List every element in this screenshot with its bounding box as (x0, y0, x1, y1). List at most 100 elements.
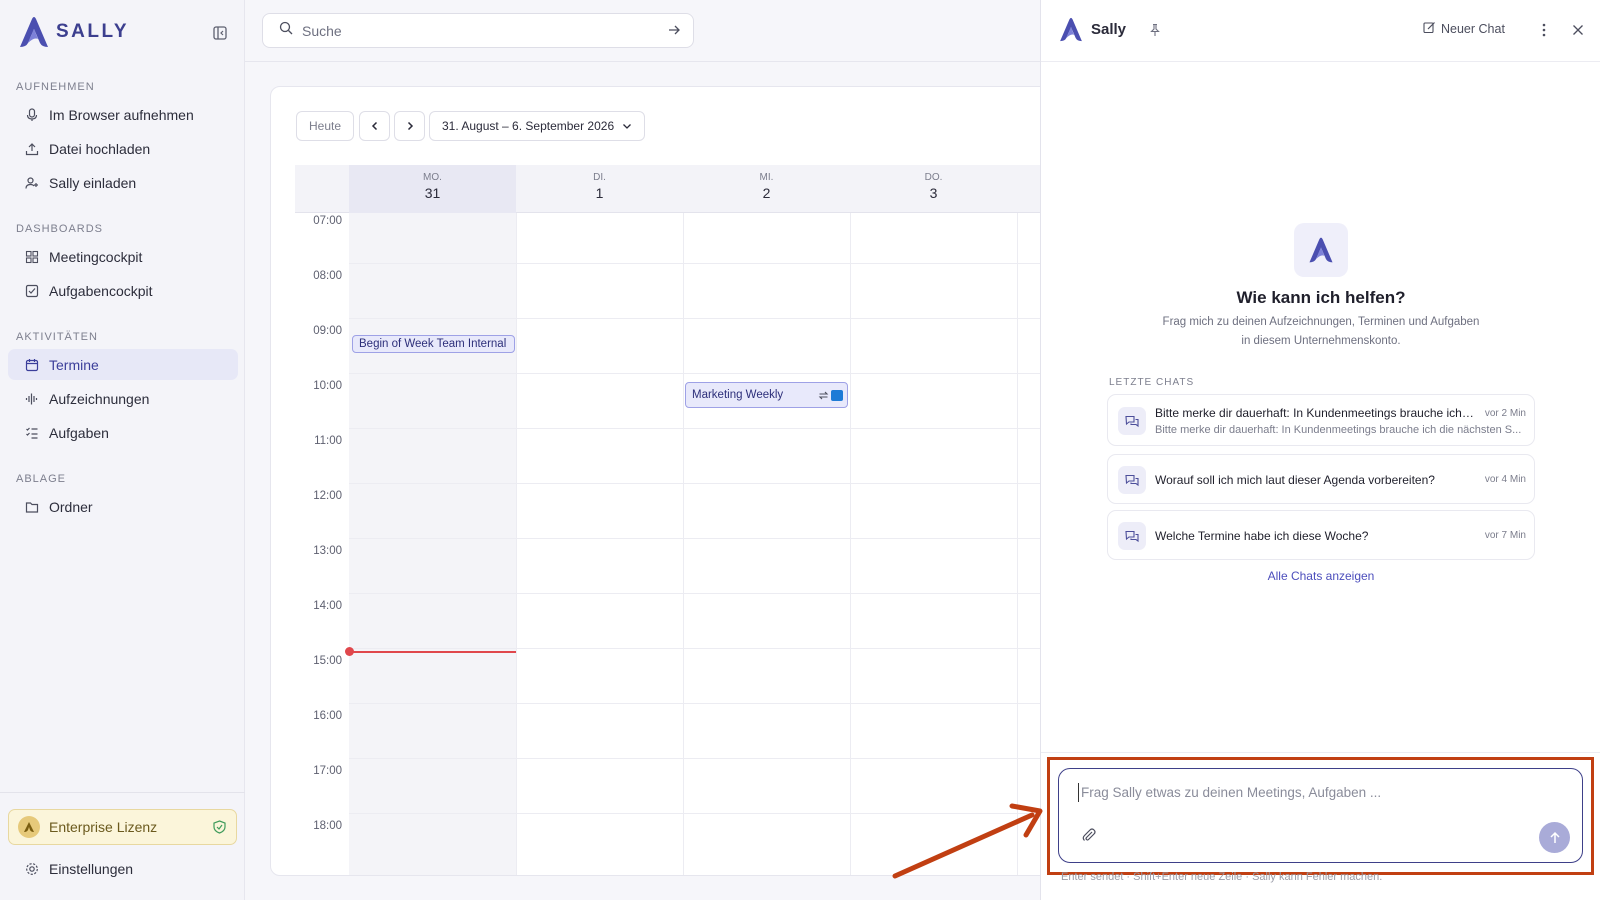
day-date: 3 (929, 185, 938, 201)
recent-chat-title: Bitte merke dir dauerhaft: In Kundenmeet… (1155, 406, 1475, 420)
nav-label: Aufgabencockpit (49, 282, 153, 299)
close-icon[interactable] (1568, 20, 1588, 40)
search-icon (279, 21, 293, 40)
day-name: DO. (924, 172, 943, 183)
nav-item-termine[interactable]: Termine (8, 349, 238, 380)
calendar-event[interactable]: Marketing Weekly (685, 382, 848, 408)
microphone-icon (24, 107, 40, 123)
nav-label: Im Browser aufnehmen (49, 106, 194, 123)
upload-icon (24, 141, 40, 157)
calendar-card: Heute 31. August – 6. September 2026 MO.… (270, 86, 1050, 876)
license-badge[interactable]: Enterprise Lizenz (8, 809, 237, 845)
chevron-left-icon (371, 121, 377, 131)
grid-line (683, 213, 684, 875)
divider (245, 61, 1040, 62)
grid-line (1017, 213, 1018, 875)
nav-item-meetingcockpit[interactable]: Meetingcockpit (8, 241, 238, 272)
all-chats-link[interactable]: Alle Chats anzeigen (1041, 569, 1600, 583)
recent-chat-title: Welche Termine habe ich diese Woche? (1155, 529, 1369, 543)
composer-hint: Enter sendet · Shift+Enter neue Zeile · … (1061, 871, 1383, 883)
grid-line (349, 428, 1049, 429)
nav-item-upload[interactable]: Datei hochladen (8, 133, 238, 164)
recent-chat-time: vor 4 Min (1484, 474, 1526, 485)
day-header-mon[interactable]: MO. 31 (349, 165, 516, 213)
pin-icon[interactable] (1145, 20, 1165, 40)
nav-label: Termine (49, 356, 99, 373)
new-chat-label: Neuer Chat (1441, 22, 1505, 36)
nav-item-invite-sally[interactable]: Sally einladen (8, 167, 238, 198)
date-range-select[interactable]: 31. August – 6. September 2026 (429, 111, 645, 141)
day-header-tue[interactable]: DI. 1 (516, 165, 683, 213)
day-header-wed[interactable]: MI. 2 (683, 165, 850, 213)
day-date: 1 (595, 185, 604, 201)
recent-chat-item[interactable]: Worauf soll ich mich laut dieser Agenda … (1107, 454, 1535, 504)
brand-name: SALLY (56, 21, 130, 42)
chat-input[interactable]: Frag Sally etwas zu deinen Meetings, Auf… (1081, 785, 1381, 800)
nav-label: Ordner (49, 498, 93, 515)
chat-panel: Sally Neuer Chat Wie kann ich helfen? Fr… (1040, 0, 1600, 900)
nav-item-settings[interactable]: Einstellungen (8, 853, 238, 884)
prev-week-button[interactable] (359, 111, 390, 141)
collapse-sidebar-icon[interactable] (209, 22, 231, 44)
next-week-button[interactable] (394, 111, 425, 141)
nav-item-aufgabencockpit[interactable]: Aufgabencockpit (8, 275, 238, 306)
section-label-aktivitaeten: AKTIVITÄTEN (16, 331, 98, 343)
time-label: 12:00 (313, 490, 342, 502)
chat-composer[interactable]: Frag Sally etwas zu deinen Meetings, Auf… (1058, 768, 1583, 863)
section-label-aufnehmen: AUFNEHMEN (16, 81, 95, 93)
more-vertical-icon[interactable] (1534, 20, 1554, 40)
nav-label: Einstellungen (49, 860, 134, 877)
nav-label: Meetingcockpit (49, 248, 143, 265)
nav-label: Aufgaben (49, 424, 109, 441)
grid-line (349, 373, 1049, 374)
calendar-icon (24, 357, 40, 373)
time-label: 13:00 (313, 545, 342, 557)
sidebar: SALLY AUFNEHMEN Im Browser aufnehmen Dat… (0, 0, 245, 900)
recent-chat-item[interactable]: Welche Termine habe ich diese Woche? vor… (1107, 510, 1535, 560)
day-date: 2 (762, 185, 771, 201)
recent-chat-snippet: Bitte merke dir dauerhaft: In Kundenmeet… (1155, 424, 1522, 436)
grid-line (850, 213, 851, 875)
recent-chat-time: vor 7 Min (1484, 530, 1526, 541)
recent-chat-item[interactable]: Bitte merke dir dauerhaft: In Kundenmeet… (1107, 394, 1535, 446)
nav-item-aufgaben[interactable]: Aufgaben (8, 417, 238, 448)
sally-logo-icon (20, 17, 48, 47)
grid-line (349, 648, 1049, 649)
nav-item-browser-record[interactable]: Im Browser aufnehmen (8, 99, 238, 130)
chat-bubbles-icon (1118, 407, 1146, 435)
divider (0, 792, 245, 793)
logo[interactable]: SALLY (16, 14, 231, 50)
date-range-label: 31. August – 6. September 2026 (442, 119, 615, 133)
new-chat-button[interactable]: Neuer Chat (1423, 21, 1505, 37)
send-button[interactable] (1539, 822, 1570, 853)
grid-line (349, 263, 1049, 264)
time-label: 15:00 (313, 655, 342, 667)
day-header-thu[interactable]: DO. 3 (850, 165, 1017, 213)
paperclip-icon[interactable] (1081, 827, 1097, 848)
outlook-icon (831, 390, 843, 401)
grid-line (516, 213, 517, 875)
text-caret (1078, 783, 1079, 802)
current-time-dot (345, 647, 354, 656)
nav-label: Datei hochladen (49, 140, 151, 157)
search-bar[interactable]: Suche (262, 13, 694, 48)
day-name: MO. (423, 172, 442, 183)
calendar-event[interactable]: Begin of Week Team Internal (352, 335, 515, 353)
chevron-down-icon (623, 124, 632, 129)
section-label-ablage: ABLAGE (16, 473, 67, 485)
today-button[interactable]: Heute (296, 111, 354, 141)
nav-item-ordner[interactable]: Ordner (8, 491, 238, 522)
chat-bubbles-icon (1118, 522, 1146, 550)
search-input[interactable]: Suche (302, 23, 342, 39)
recurring-icon (818, 390, 829, 404)
today-column (349, 213, 516, 875)
time-label: 07:00 (313, 215, 342, 227)
chat-welcome-subtitle: Frag mich zu deinen Aufzeichnungen, Term… (1162, 316, 1480, 347)
nav-item-aufzeichnungen[interactable]: Aufzeichnungen (8, 383, 238, 414)
license-logo-icon (18, 816, 40, 838)
arrow-right-icon[interactable] (667, 23, 681, 42)
sally-logo-icon (1060, 17, 1082, 42)
gear-icon (24, 861, 40, 877)
chat-header: Sally Neuer Chat (1041, 0, 1600, 62)
chat-bubbles-icon (1118, 466, 1146, 494)
